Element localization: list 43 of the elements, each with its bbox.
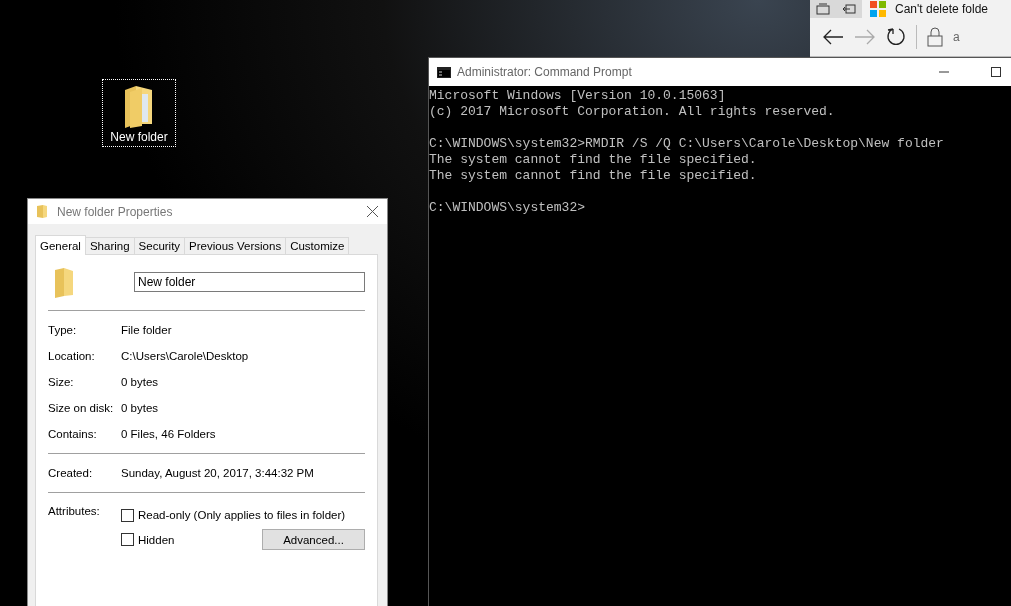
close-icon[interactable] <box>367 206 378 217</box>
folder-icon <box>37 205 47 218</box>
property-label: Size on disk: <box>48 402 115 414</box>
tab[interactable]: Sharing <box>84 237 135 254</box>
console-icon <box>437 66 451 78</box>
property-label: Type: <box>48 324 78 336</box>
advanced-button[interactable]: Advanced... <box>262 529 365 550</box>
property-value: 0 bytes <box>121 402 159 414</box>
tab-return-icon[interactable] <box>842 3 856 15</box>
property-value: 0 bytes <box>121 376 159 388</box>
lock-icon <box>927 27 943 47</box>
property-label: Attributes: <box>48 505 101 519</box>
tab[interactable]: Security <box>133 237 186 254</box>
address-text[interactable]: a <box>953 30 960 44</box>
windows-logo-icon <box>870 1 886 17</box>
folder-icon <box>54 267 74 298</box>
maximize-icon[interactable] <box>991 67 1001 77</box>
console-line: (c) 2017 Microsoft Corporation. All rights reserved. <box>429 104 835 120</box>
property-label: Location: <box>48 350 96 362</box>
console-line: C:\WINDOWS\system32> <box>429 200 586 216</box>
property-value: C:\Users\Carole\Desktop <box>121 350 249 362</box>
tab[interactable]: Customize <box>285 237 350 254</box>
property-value: 0 Files, 46 Folders <box>121 428 216 440</box>
property-label: Contains: <box>48 428 98 440</box>
property-label: Size: <box>48 376 75 388</box>
tabs-icon[interactable] <box>816 3 830 15</box>
refresh-icon[interactable] <box>886 27 906 47</box>
property-label: Created: <box>48 467 94 479</box>
window-title: Administrator: Command Prompt <box>457 65 632 79</box>
back-icon[interactable] <box>822 29 844 45</box>
property-value: File folder <box>121 324 172 336</box>
console-line: Microsoft Windows [Version 10.0.15063] <box>429 88 726 104</box>
tab[interactable]: General <box>35 235 86 255</box>
window-title: New folder Properties <box>57 204 173 219</box>
console-line: The system cannot find the file specified. <box>429 152 757 168</box>
browser-tab[interactable]: Can't delete folde <box>862 0 1011 18</box>
checkbox[interactable]: Read-only (Only applies to files in folder) <box>121 505 346 525</box>
checkbox[interactable]: Hidden <box>121 529 175 550</box>
console-line: The system cannot find the file specified. <box>429 168 757 184</box>
property-value: Sunday, August 20, 2017, 3:44:32 PM <box>121 467 314 479</box>
name-field[interactable]: New folder <box>134 271 365 292</box>
desktop-folder-icon[interactable]: New folder <box>102 79 176 147</box>
console-line: C:\WINDOWS\system32>RMDIR /S /Q C:\Users\Carole\Desktop\New folder <box>429 136 944 152</box>
